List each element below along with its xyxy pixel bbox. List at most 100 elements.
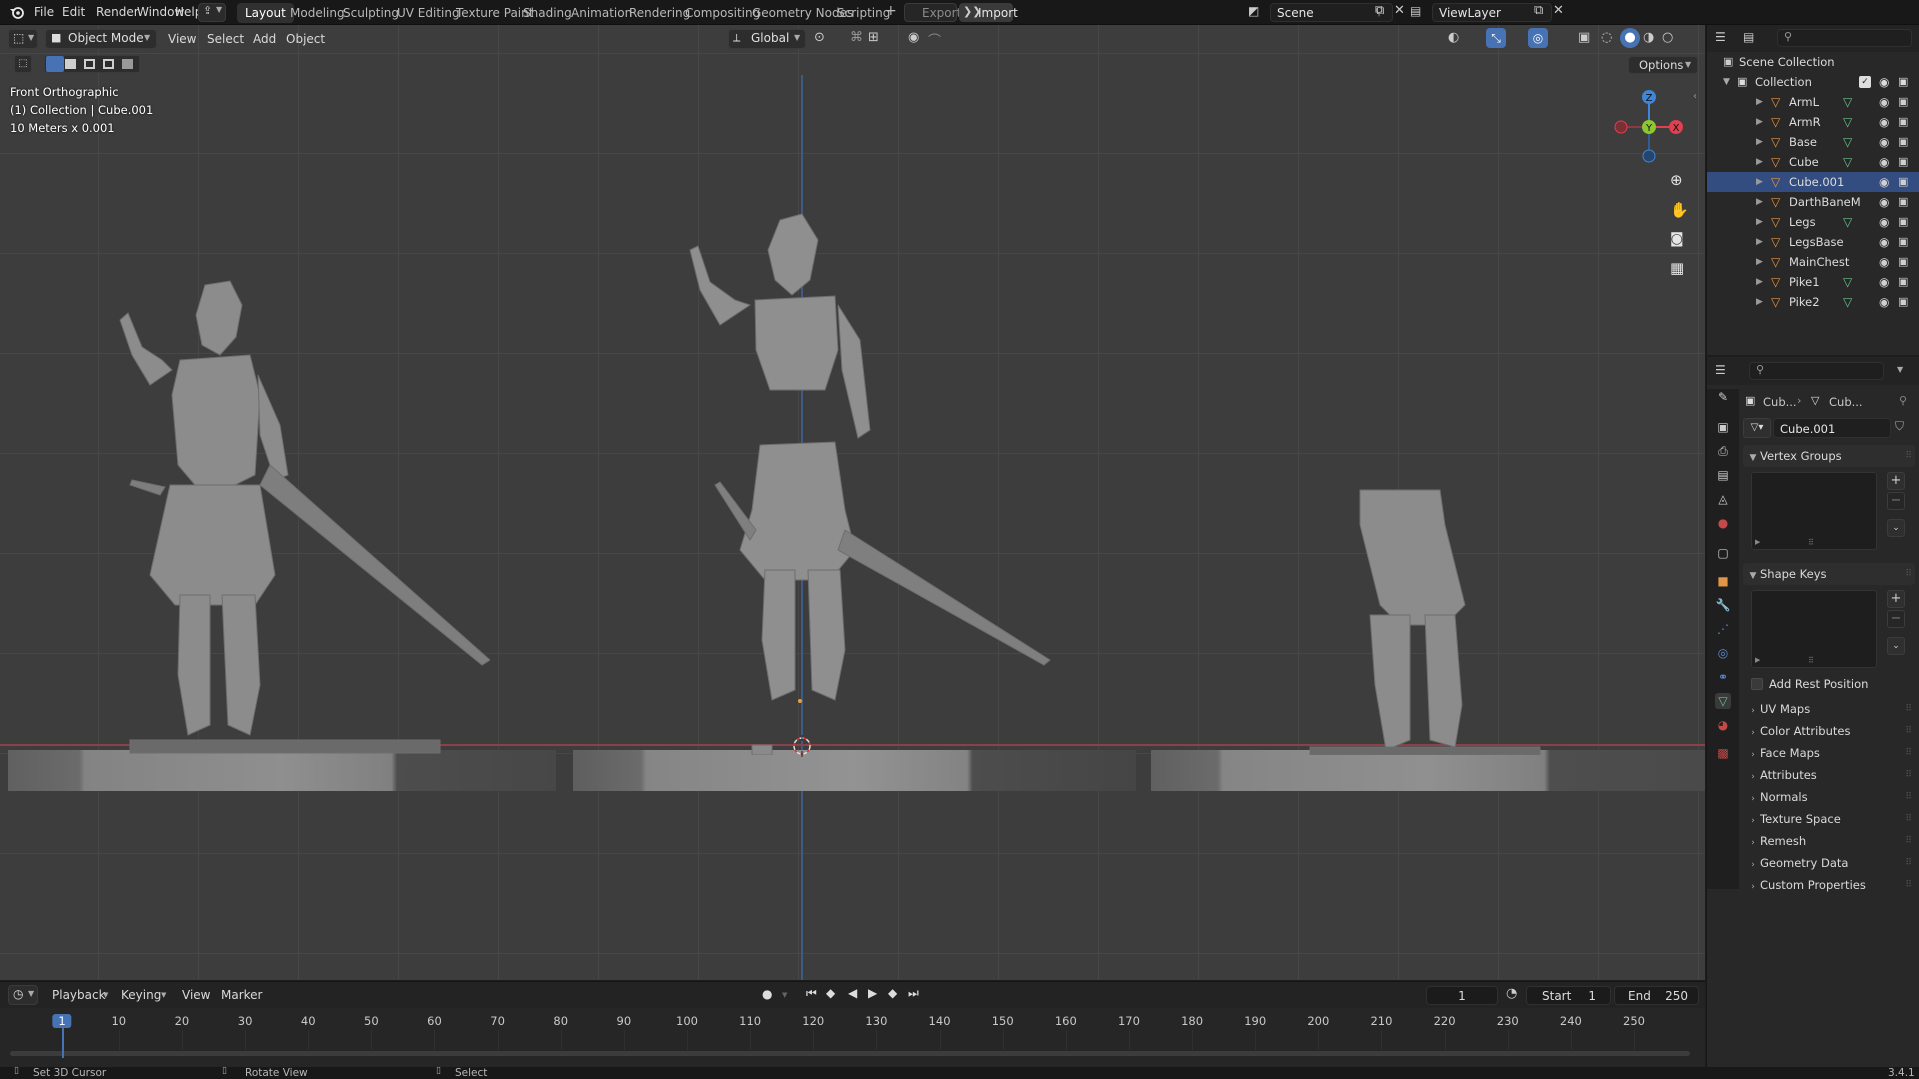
panel-header-collapsed[interactable]: › UV Maps ⠿ xyxy=(1743,698,1915,720)
prev-keyframe-icon[interactable]: ◆ xyxy=(826,986,835,1000)
camera-icon[interactable]: ▣ xyxy=(1898,252,1908,272)
shape-key-specials-button[interactable]: ⌄ xyxy=(1887,637,1905,655)
quick-upload-dropdown[interactable]: ⇪ ▼ xyxy=(198,3,226,22)
expand-arrow-icon[interactable]: ▶ xyxy=(1756,152,1763,172)
jump-start-icon[interactable]: ⏮ xyxy=(806,986,817,1001)
collection-tab-icon[interactable]: ▢ xyxy=(1715,545,1731,561)
menu-render[interactable]: Render xyxy=(96,4,139,21)
object-mode-dropdown[interactable]: ■ Object Mode ▼ xyxy=(45,29,157,49)
drag-handle-icon[interactable]: ⠿ xyxy=(1905,786,1912,808)
expand-arrow-icon[interactable]: ▶ xyxy=(1756,272,1763,292)
falloff-icon[interactable]: ⌒ xyxy=(928,30,941,49)
eye-icon[interactable]: ◉ xyxy=(1879,192,1889,212)
shape-keys-panel-header[interactable]: ▼ Shape Keys ⠿ xyxy=(1743,563,1915,585)
add-vertex-group-button[interactable]: + xyxy=(1887,472,1905,490)
list-resize-icon[interactable]: ⠿ xyxy=(1808,656,1814,665)
chevron-down-icon[interactable]: ▼ xyxy=(1897,365,1903,374)
menu-playback[interactable]: Playback xyxy=(52,986,106,1004)
properties-editor-icon[interactable]: ☰ xyxy=(1715,363,1726,377)
fake-user-icon[interactable]: ⛉ xyxy=(1895,419,1904,434)
editor-type-dropdown[interactable]: ⬚ ▼ xyxy=(8,29,38,49)
panel-header-collapsed[interactable]: › Color Attributes ⠿ xyxy=(1743,720,1915,742)
shading-wireframe-icon[interactable]: ◌ xyxy=(1601,30,1612,45)
visibility-icon[interactable]: ◐ xyxy=(1448,30,1459,45)
menu-object[interactable]: Object xyxy=(286,29,325,49)
proportional-edit-icon[interactable]: ◉ xyxy=(908,30,919,45)
output-tab-icon[interactable]: ⎙ xyxy=(1715,443,1731,459)
camera-icon[interactable]: ▣ xyxy=(1898,132,1908,152)
panel-header-collapsed[interactable]: › Texture Space ⠿ xyxy=(1743,808,1915,830)
blender-logo-icon[interactable] xyxy=(9,5,25,19)
object-tab-icon[interactable]: ■ xyxy=(1715,573,1731,589)
render-tab-icon[interactable]: ▣ xyxy=(1715,419,1731,435)
eye-icon[interactable]: ◉ xyxy=(1879,112,1889,132)
camera-icon[interactable]: ▣ xyxy=(1898,112,1908,132)
play-reverse-icon[interactable]: ◀ xyxy=(848,986,857,1000)
texture-tab-icon[interactable]: ▩ xyxy=(1715,745,1731,761)
drag-handle-icon[interactable]: ⠿ xyxy=(1905,698,1912,720)
modifier-icon[interactable]: ▽ xyxy=(1843,152,1852,172)
eye-icon[interactable]: ◉ xyxy=(1879,212,1889,232)
drag-handle-icon[interactable]: ⠿ xyxy=(1905,808,1912,830)
mesh-data-tab-icon[interactable]: ▽ xyxy=(1715,693,1731,709)
drag-handle-icon[interactable]: ⠿ xyxy=(1905,852,1912,874)
vertex-groups-panel-header[interactable]: ▼ Vertex Groups ⠿ xyxy=(1743,445,1915,467)
world-tab-icon[interactable]: ● xyxy=(1715,515,1731,531)
eye-icon[interactable]: ◉ xyxy=(1879,272,1889,292)
eye-icon[interactable]: ◉ xyxy=(1879,232,1889,252)
modifier-icon[interactable]: ▽ xyxy=(1843,212,1852,232)
3d-viewport[interactable]: ⬚ ▼ ■ Object Mode ▼ View Select Add Obje… xyxy=(0,25,1705,980)
stopwatch-icon[interactable]: ◔ xyxy=(1506,986,1517,1001)
menu-edit[interactable]: Edit xyxy=(62,4,85,21)
select-tool-icon[interactable]: ⬚ xyxy=(14,55,32,73)
mesh-datablock-icon[interactable]: ▽▾ xyxy=(1743,418,1771,438)
panel-header-collapsed[interactable]: › Face Maps ⠿ xyxy=(1743,742,1915,764)
sidebar-toggle-icon[interactable]: ‹ xyxy=(1693,91,1697,102)
display-mode-icon[interactable]: ▤ xyxy=(1743,30,1754,44)
outliner-item[interactable]: ▶ ▽ ArmL ▽ ◉ ▣ xyxy=(1707,92,1919,112)
expand-arrow-icon[interactable]: ▶ xyxy=(1756,132,1763,152)
physics-tab-icon[interactable]: ◎ xyxy=(1715,645,1731,661)
navigation-gizmo[interactable]: Z X Y xyxy=(1605,85,1685,175)
expand-list-icon[interactable]: ▶ xyxy=(1755,538,1760,546)
modifier-icon[interactable]: ▽ xyxy=(1843,292,1852,312)
view-layer-tab-icon[interactable]: ▤ xyxy=(1715,467,1731,483)
tool-tab-icon[interactable]: ✎ xyxy=(1715,389,1731,405)
collection-row[interactable]: ▼ ▣ Collection ✓ ◉ ▣ xyxy=(1707,72,1919,92)
drag-handle-icon[interactable]: ⠿ xyxy=(1905,720,1912,742)
current-frame-field[interactable]: 1 xyxy=(1426,986,1498,1005)
expand-arrow-icon[interactable]: ▶ xyxy=(1756,172,1763,192)
auto-keying-icon[interactable]: ● xyxy=(762,987,772,1001)
exclude-checkbox[interactable]: ✓ xyxy=(1859,76,1871,88)
overlays-toggle-icon[interactable]: ◎ xyxy=(1528,28,1548,48)
scene-tab-icon[interactable]: ◬ xyxy=(1715,491,1731,507)
new-view-layer-icon[interactable]: ⧉ xyxy=(1534,3,1543,18)
expand-arrow-icon[interactable]: ▶ xyxy=(1756,92,1763,112)
snap-icon[interactable]: ⌘ xyxy=(850,30,863,45)
timeline-editor[interactable]: ◷ ▼ Playback ▼ Keying ▼ View Marker ● ▼ … xyxy=(0,981,1705,1067)
outliner-editor-icon[interactable]: ☰ xyxy=(1715,30,1726,44)
menu-keying[interactable]: Keying xyxy=(121,986,161,1004)
expand-list-icon[interactable]: ▶ xyxy=(1755,656,1760,664)
gizmo-toggle-icon[interactable]: ⤡ xyxy=(1486,28,1506,48)
menu-add[interactable]: Add xyxy=(253,29,276,49)
remove-vertex-group-button[interactable]: − xyxy=(1887,492,1905,510)
options-dropdown[interactable]: Options ▼ xyxy=(1628,56,1698,74)
shading-solid-icon[interactable]: ● xyxy=(1620,28,1640,48)
next-keyframe-icon[interactable]: ◆ xyxy=(888,986,897,1000)
perspective-toggle-icon[interactable]: ▦ xyxy=(1670,259,1684,277)
camera-icon[interactable]: ▣ xyxy=(1898,232,1908,252)
eye-icon[interactable]: ◉ xyxy=(1879,252,1889,272)
modifier-icon[interactable]: ▽ xyxy=(1843,92,1852,112)
expand-arrow-icon[interactable]: ▼ xyxy=(1723,72,1730,92)
add-rest-position-checkbox[interactable] xyxy=(1751,678,1763,690)
figure-left[interactable] xyxy=(110,275,490,755)
figure-right[interactable] xyxy=(1300,485,1550,755)
panel-header-collapsed[interactable]: › Normals ⠿ xyxy=(1743,786,1915,808)
drag-handle-icon[interactable]: ⠿ xyxy=(1905,742,1912,764)
eye-icon[interactable]: ◉ xyxy=(1879,172,1889,192)
play-icon[interactable]: ▶ xyxy=(868,986,877,1000)
vertex-group-specials-button[interactable]: ⌄ xyxy=(1887,519,1905,537)
panel-header-collapsed[interactable]: › Geometry Data ⠿ xyxy=(1743,852,1915,874)
menu-timeline-view[interactable]: View xyxy=(182,986,210,1004)
